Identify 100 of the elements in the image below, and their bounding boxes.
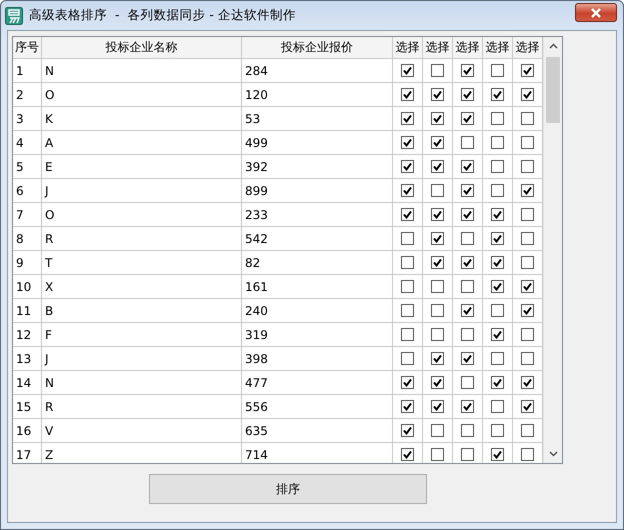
checkbox[interactable] (401, 232, 414, 245)
checkbox[interactable] (401, 376, 414, 389)
close-button[interactable] (575, 3, 617, 22)
checkbox[interactable] (491, 280, 504, 293)
checkbox[interactable] (461, 112, 474, 125)
checkbox[interactable] (491, 256, 504, 269)
checkbox[interactable] (491, 136, 504, 149)
column-header[interactable]: 选择 (393, 37, 423, 59)
checkbox[interactable] (491, 400, 504, 413)
checkbox[interactable] (521, 280, 534, 293)
checkbox[interactable] (461, 352, 474, 365)
checkbox[interactable] (491, 184, 504, 197)
checkbox[interactable] (401, 280, 414, 293)
checkbox[interactable] (431, 64, 444, 77)
checkbox[interactable] (521, 376, 534, 389)
checkbox[interactable] (401, 136, 414, 149)
checkbox[interactable] (431, 400, 444, 413)
checkbox[interactable] (401, 64, 414, 77)
checkbox[interactable] (401, 112, 414, 125)
checkbox[interactable] (521, 64, 534, 77)
checkbox[interactable] (491, 64, 504, 77)
checkbox[interactable] (431, 352, 444, 365)
checkbox[interactable] (491, 304, 504, 317)
column-header[interactable]: 选择 (513, 37, 543, 59)
checkbox[interactable] (401, 160, 414, 173)
checkbox[interactable] (461, 208, 474, 221)
checkbox[interactable] (521, 112, 534, 125)
checkbox[interactable] (461, 448, 474, 461)
checkbox[interactable] (461, 184, 474, 197)
scrollbar[interactable] (543, 37, 562, 463)
scroll-down-icon[interactable] (548, 451, 558, 457)
checkbox[interactable] (401, 184, 414, 197)
checkbox[interactable] (431, 448, 444, 461)
checkbox[interactable] (431, 280, 444, 293)
column-header[interactable]: 选择 (453, 37, 483, 59)
checkbox[interactable] (401, 328, 414, 341)
checkbox[interactable] (461, 64, 474, 77)
checkbox[interactable] (521, 352, 534, 365)
checkbox[interactable] (401, 352, 414, 365)
checkbox[interactable] (431, 328, 444, 341)
checkbox[interactable] (461, 400, 474, 413)
checkbox[interactable] (521, 448, 534, 461)
column-header[interactable]: 投标企业名称 (42, 37, 242, 59)
checkbox[interactable] (431, 112, 444, 125)
checkbox[interactable] (401, 400, 414, 413)
checkbox[interactable] (431, 160, 444, 173)
checkbox[interactable] (431, 184, 444, 197)
checkbox[interactable] (401, 208, 414, 221)
checkbox[interactable] (431, 424, 444, 437)
sort-button[interactable]: 排序 (149, 474, 427, 504)
checkbox[interactable] (491, 112, 504, 125)
checkbox[interactable] (431, 304, 444, 317)
checkbox[interactable] (431, 136, 444, 149)
column-header[interactable]: 选择 (423, 37, 453, 59)
checkbox[interactable] (521, 424, 534, 437)
checkbox[interactable] (491, 376, 504, 389)
checkbox[interactable] (461, 424, 474, 437)
checkbox[interactable] (491, 88, 504, 101)
checkbox[interactable] (461, 232, 474, 245)
checkbox[interactable] (461, 280, 474, 293)
checkbox[interactable] (461, 88, 474, 101)
checkbox[interactable] (521, 232, 534, 245)
checkbox[interactable] (461, 256, 474, 269)
checkbox[interactable] (461, 376, 474, 389)
checkbox[interactable] (491, 328, 504, 341)
column-header[interactable]: 投标企业报价 (242, 37, 393, 59)
checkbox[interactable] (461, 328, 474, 341)
checkbox[interactable] (401, 448, 414, 461)
checkbox[interactable] (521, 208, 534, 221)
column-header[interactable]: 选择 (483, 37, 513, 59)
checkbox[interactable] (521, 184, 534, 197)
checkbox[interactable] (491, 352, 504, 365)
checkbox[interactable] (521, 304, 534, 317)
checkbox[interactable] (431, 208, 444, 221)
checkbox[interactable] (401, 304, 414, 317)
scroll-thumb[interactable] (546, 57, 560, 123)
checkbox[interactable] (521, 160, 534, 173)
checkbox[interactable] (521, 328, 534, 341)
checkbox[interactable] (521, 88, 534, 101)
checkbox[interactable] (431, 232, 444, 245)
scroll-up-icon[interactable] (548, 43, 558, 49)
checkbox[interactable] (461, 136, 474, 149)
checkbox[interactable] (521, 400, 534, 413)
table-cell: 899 (242, 179, 393, 203)
checkbox[interactable] (521, 256, 534, 269)
checkbox[interactable] (431, 88, 444, 101)
checkbox[interactable] (401, 88, 414, 101)
checkbox[interactable] (431, 376, 444, 389)
checkbox[interactable] (431, 256, 444, 269)
checkbox[interactable] (521, 136, 534, 149)
checkbox[interactable] (461, 160, 474, 173)
checkbox[interactable] (401, 424, 414, 437)
checkbox[interactable] (491, 160, 504, 173)
checkbox[interactable] (491, 208, 504, 221)
checkbox[interactable] (491, 448, 504, 461)
column-header[interactable]: 序号 (13, 37, 42, 59)
checkbox[interactable] (461, 304, 474, 317)
checkbox[interactable] (491, 424, 504, 437)
checkbox[interactable] (401, 256, 414, 269)
checkbox[interactable] (491, 232, 504, 245)
